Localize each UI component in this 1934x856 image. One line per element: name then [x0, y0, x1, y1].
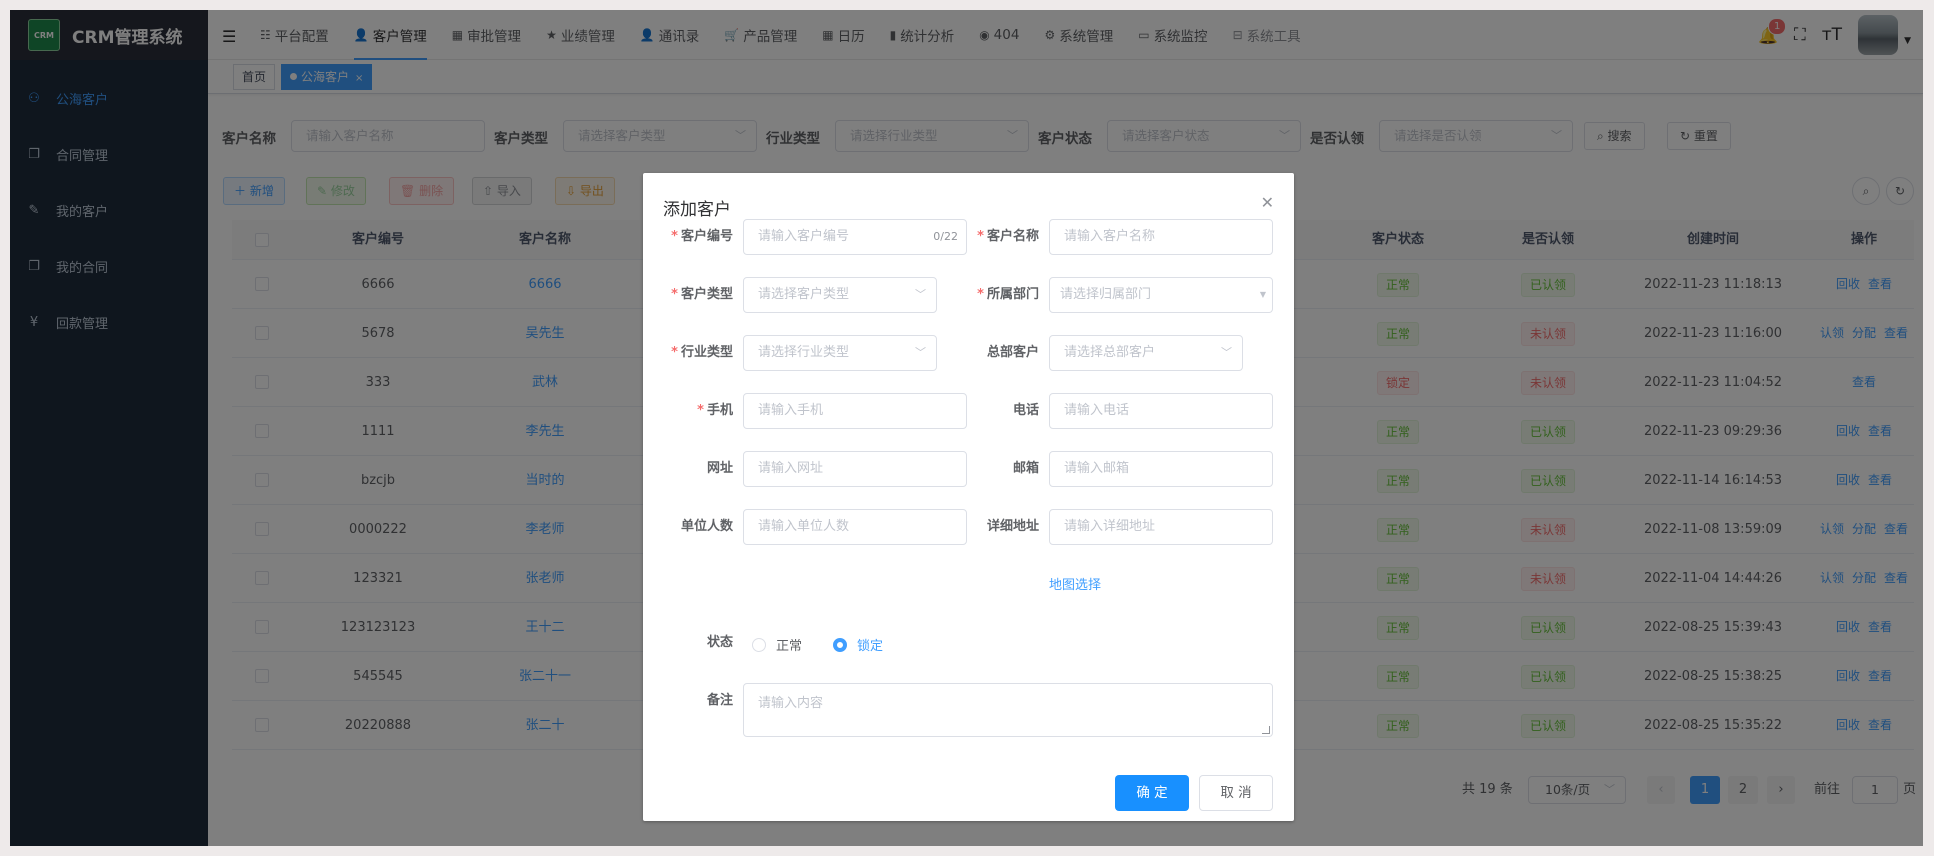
industry-type-select[interactable]: 请选择行业类型 ﹀ — [743, 335, 937, 371]
department-select[interactable]: 请选择归属部门 ▼ — [1049, 277, 1273, 313]
website-label: 网址 — [706, 461, 733, 476]
placeholder: 请输入手机 — [758, 403, 824, 418]
label-text: 所属部门 — [986, 287, 1039, 302]
required-mark: * — [671, 287, 678, 302]
placeholder: 请输入邮箱 — [1064, 461, 1130, 476]
char-counter: 0/22 — [933, 230, 958, 243]
chevron-down-icon: ﹀ — [1221, 346, 1232, 359]
radio-label: 锁定 — [857, 639, 884, 654]
map-select-link[interactable]: 地图选择 — [1049, 574, 1101, 593]
phone-input[interactable]: 请输入电话 — [1049, 393, 1273, 429]
required-mark: * — [977, 287, 984, 302]
label-text: 客户类型 — [680, 287, 733, 302]
add-customer-dialog: 添加客户 ✕ * 客户编号 请输入客户编号 0/22 * 客户名称 请输入客户名称 *… — [643, 173, 1294, 821]
required-mark: * — [671, 229, 678, 244]
code-label: * 客户编号 — [653, 219, 733, 255]
customer-code-input[interactable]: 请输入客户编号 0/22 — [743, 219, 967, 255]
type-label: * 客户类型 — [653, 277, 733, 313]
required-mark: * — [977, 229, 984, 244]
email-label: 邮箱 — [1012, 461, 1039, 476]
cancel-button[interactable]: 取 消 — [1199, 775, 1273, 811]
radio-circle — [833, 637, 847, 652]
mobile-input[interactable]: 请输入手机 — [743, 393, 967, 429]
resize-handle-icon[interactable] — [1262, 726, 1270, 734]
app-window: CRM CRM管理系统 ⚇ 公海客户 ❐ 合同管理 ✎ 我的客户 ❐ 我的合同 … — [10, 10, 1923, 846]
chevron-down-icon: ﹀ — [915, 346, 926, 359]
email-input[interactable]: 请输入邮箱 — [1049, 451, 1273, 487]
radio-label: 正常 — [776, 639, 803, 654]
status-radio-locked[interactable]: 锁定 — [833, 635, 883, 654]
remark-textarea[interactable]: 请输入内容 — [743, 683, 1273, 737]
hq-customer-select[interactable]: 请选择总部客户 ﹀ — [1049, 335, 1243, 371]
label-text: 手机 — [706, 403, 733, 418]
placeholder: 请输入客户名称 — [1064, 229, 1156, 244]
phone-label: 电话 — [1012, 403, 1039, 418]
caret-down-icon: ▼ — [1259, 290, 1266, 299]
name-label: * 客户名称 — [959, 219, 1039, 255]
hq-label: 总部客户 — [986, 345, 1039, 360]
placeholder: 请输入详细地址 — [1064, 519, 1156, 534]
placeholder: 请输入内容 — [758, 696, 824, 711]
label-text: 行业类型 — [680, 345, 733, 360]
industry-label: * 行业类型 — [653, 335, 733, 371]
staff-label: 单位人数 — [680, 519, 733, 534]
label-text: 客户名称 — [986, 229, 1039, 244]
required-mark: * — [697, 403, 704, 418]
radio-circle — [752, 637, 766, 652]
placeholder: 请选择归属部门 — [1060, 287, 1152, 302]
placeholder: 请输入客户编号 — [758, 229, 850, 244]
status-radio-normal[interactable]: 正常 — [752, 635, 802, 654]
chevron-down-icon: ﹀ — [915, 288, 926, 301]
dept-label: * 所属部门 — [959, 277, 1039, 313]
website-input[interactable]: 请输入网址 — [743, 451, 967, 487]
customer-name-input[interactable]: 请输入客户名称 — [1049, 219, 1273, 255]
label-text: 客户编号 — [680, 229, 733, 244]
placeholder: 请选择总部客户 — [1064, 345, 1156, 360]
staff-count-input[interactable]: 请输入单位人数 — [743, 509, 967, 545]
remark-label: 备注 — [706, 693, 733, 708]
dialog-title: 添加客户 — [663, 200, 731, 220]
placeholder: 请输入单位人数 — [758, 519, 850, 534]
address-label: 详细地址 — [986, 519, 1039, 534]
required-mark: * — [671, 345, 678, 360]
placeholder: 请选择客户类型 — [758, 287, 850, 302]
placeholder: 请输入电话 — [1064, 403, 1130, 418]
placeholder: 请输入网址 — [758, 461, 824, 476]
customer-type-select[interactable]: 请选择客户类型 ﹀ — [743, 277, 937, 313]
mobile-label: * 手机 — [653, 393, 733, 429]
close-icon[interactable]: ✕ — [1261, 193, 1274, 212]
confirm-button[interactable]: 确 定 — [1115, 775, 1189, 811]
address-input[interactable]: 请输入详细地址 — [1049, 509, 1273, 545]
status-label: 状态 — [706, 635, 733, 650]
placeholder: 请选择行业类型 — [758, 345, 850, 360]
